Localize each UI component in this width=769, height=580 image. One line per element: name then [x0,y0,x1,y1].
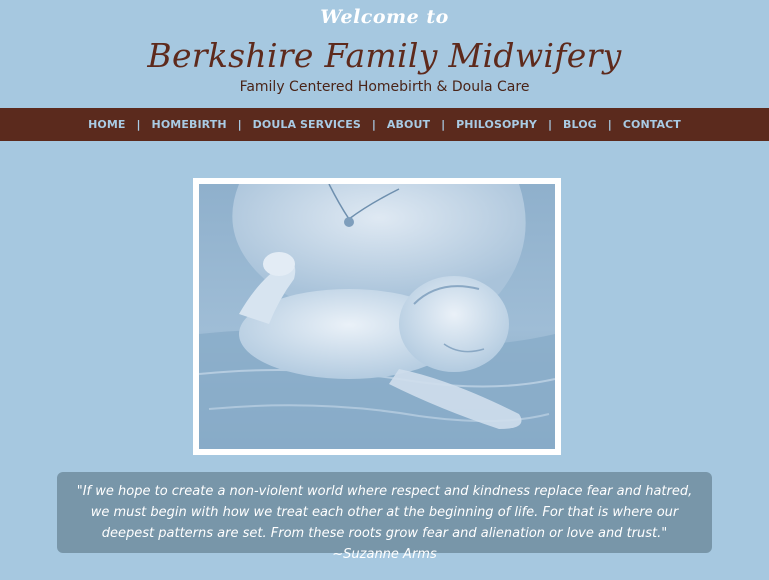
quote-text: "If we hope to create a non-violent worl… [76,484,693,562]
nav-link-about[interactable]: ABOUT [387,118,430,131]
nav-separator: | [237,118,242,131]
nav-link-doula-services[interactable]: DOULA SERVICES [253,118,361,131]
nav-separator: | [547,118,552,131]
water-birth-image [199,184,555,449]
nav-link-home[interactable]: HOME [88,118,125,131]
nav-link-philosophy[interactable]: PHILOSOPHY [456,118,537,131]
nav-link-contact[interactable]: CONTACT [623,118,681,131]
hero-photo [193,178,561,455]
nav-separator: | [371,118,376,131]
quote-box: "If we hope to create a non-violent worl… [57,472,712,562]
site-tagline: Family Centered Homebirth & Doula Care [239,79,530,95]
nav-separator: | [441,118,446,131]
site-title: Berkshire Family Midwifery [147,36,622,75]
nav-separator: | [136,118,141,131]
welcome-text: Welcome to [320,6,449,28]
nav-link-homebirth[interactable]: HOMEBIRTH [152,118,227,131]
nav-separator: | [607,118,612,131]
main-nav: HOME | HOMEBIRTH | DOULA SERVICES | ABOU… [0,108,769,141]
nav-link-blog[interactable]: BLOG [563,118,597,131]
